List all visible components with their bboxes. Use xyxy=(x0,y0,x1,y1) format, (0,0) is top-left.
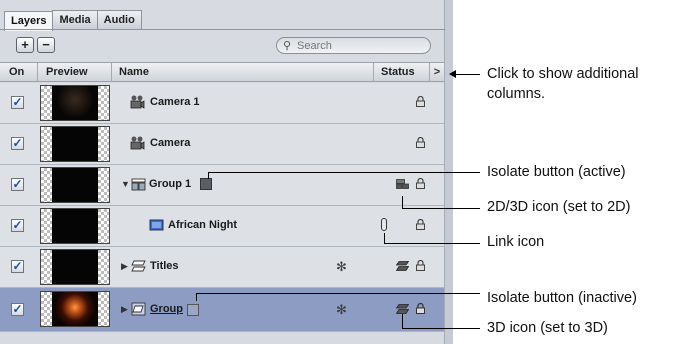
lock-icon[interactable] xyxy=(416,178,425,189)
callout-line xyxy=(208,172,209,179)
layer-row[interactable]: ✓ Camera xyxy=(0,124,444,165)
3d-group-icon[interactable] xyxy=(396,304,409,314)
layer-row-selected[interactable]: ✓ ▶ Group ✻ xyxy=(0,288,444,332)
column-name[interactable]: Name xyxy=(119,66,149,78)
2d-group-icon[interactable] xyxy=(396,179,409,189)
callout-3d-icon: 3D icon (set to 3D) xyxy=(487,320,608,336)
tab-divider xyxy=(0,29,445,30)
lock-icon[interactable] xyxy=(416,96,425,107)
magnifier-icon: ⚲ xyxy=(283,40,292,52)
layer-enable-checkbox[interactable]: ✓ xyxy=(11,96,24,109)
layer-enable-checkbox[interactable]: ✓ xyxy=(11,303,24,316)
layer-row[interactable]: ✓ Camera 1 xyxy=(0,83,444,124)
camera-icon xyxy=(130,136,145,150)
layer-name[interactable]: Camera 1 xyxy=(150,96,200,108)
callout-line xyxy=(402,208,480,209)
layer-thumbnail xyxy=(40,167,110,203)
tab-layers[interactable]: Layers xyxy=(4,11,54,31)
column-on[interactable]: On xyxy=(9,66,24,78)
callout-line xyxy=(208,172,480,173)
layer-name[interactable]: Group xyxy=(150,303,183,315)
search-input[interactable] xyxy=(297,39,417,52)
callout-line xyxy=(196,293,197,301)
lock-icon[interactable] xyxy=(416,137,425,148)
disclosure-closed-icon[interactable]: ▶ xyxy=(121,261,128,272)
column-divider xyxy=(373,63,374,82)
link-icon[interactable] xyxy=(381,218,387,231)
tab-audio[interactable]: Audio xyxy=(96,10,142,30)
layer-name[interactable]: Camera xyxy=(150,137,190,149)
column-preview[interactable]: Preview xyxy=(46,66,88,78)
layer-thumbnail xyxy=(40,249,110,285)
callout-line xyxy=(196,293,480,294)
layer-name[interactable]: Titles xyxy=(150,260,179,272)
layer-row[interactable]: ✓ ▶ Titles ✻ xyxy=(0,247,444,288)
layer-enable-checkbox[interactable]: ✓ xyxy=(11,178,24,191)
text-group-icon xyxy=(131,260,146,272)
add-layer-button[interactable]: + xyxy=(16,37,34,53)
3d-group-icon[interactable] xyxy=(396,261,409,271)
column-header: On Preview Name Status > xyxy=(0,62,444,82)
group-icon xyxy=(131,178,146,191)
layer-enable-checkbox[interactable]: ✓ xyxy=(11,260,24,273)
callout-line xyxy=(384,243,480,244)
isolate-button-inactive[interactable] xyxy=(187,304,199,316)
disclosure-open-icon[interactable]: ▼ xyxy=(121,179,130,189)
layer-name[interactable]: African Night xyxy=(168,219,237,231)
layer-thumbnail xyxy=(40,126,110,162)
layer-row[interactable]: ✓ African Night xyxy=(0,206,444,247)
callout-link-icon: Link icon xyxy=(487,234,545,250)
show-columns-button[interactable]: > xyxy=(430,64,444,81)
group-3d-icon xyxy=(131,302,146,316)
callout-isolate-active: Isolate button (active) xyxy=(487,164,626,180)
camera-icon xyxy=(130,95,145,109)
gear-icon[interactable]: ✻ xyxy=(336,259,347,275)
tab-bar: Layers Media Audio xyxy=(4,8,142,31)
isolate-button-active[interactable] xyxy=(200,178,212,190)
gear-icon[interactable]: ✻ xyxy=(336,302,347,318)
column-status[interactable]: Status xyxy=(381,66,415,78)
callout-line xyxy=(402,196,403,208)
lock-icon[interactable] xyxy=(416,219,425,230)
callout-isolate-inactive: Isolate button (inactive) xyxy=(487,290,637,306)
lock-icon[interactable] xyxy=(416,260,425,271)
tab-media[interactable]: Media xyxy=(52,10,98,30)
disclosure-closed-icon[interactable]: ▶ xyxy=(121,304,128,315)
callout-line xyxy=(402,328,480,329)
callout-2d3d-icon: 2D/3D icon (set to 2D) xyxy=(487,199,631,215)
layer-thumbnail xyxy=(40,208,110,244)
column-divider xyxy=(37,63,38,82)
search-field[interactable]: ⚲ xyxy=(276,37,431,54)
lock-icon[interactable] xyxy=(416,303,425,314)
image-layer-icon xyxy=(149,219,164,231)
callout-line xyxy=(455,74,480,75)
remove-layer-button[interactable]: − xyxy=(37,37,55,53)
layer-thumbnail xyxy=(40,291,110,327)
callout-line xyxy=(384,233,385,243)
layer-thumbnail xyxy=(40,85,110,121)
layer-enable-checkbox[interactable]: ✓ xyxy=(11,219,24,232)
callout-show-columns: Click to show additional columns. xyxy=(487,66,639,102)
column-divider xyxy=(111,63,112,82)
callout-line xyxy=(402,314,403,328)
layer-name[interactable]: Group 1 xyxy=(149,178,191,190)
layer-enable-checkbox[interactable]: ✓ xyxy=(11,137,24,150)
